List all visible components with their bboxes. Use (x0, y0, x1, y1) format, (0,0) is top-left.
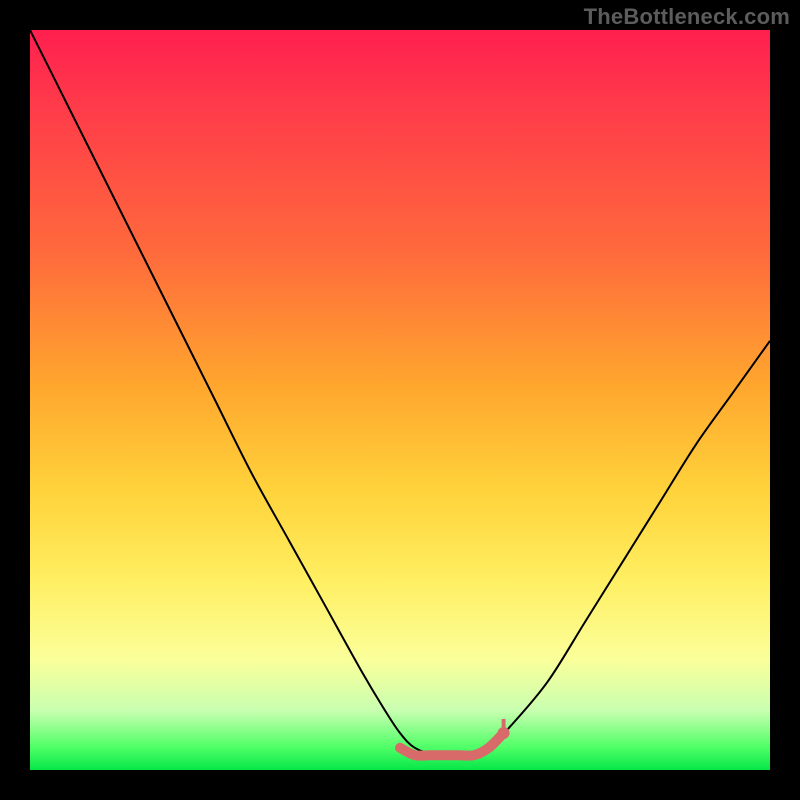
bottleneck-curve (30, 30, 770, 756)
bottleneck-curve-path (30, 30, 770, 756)
end-dot-icon (498, 727, 510, 739)
curve-layer (30, 30, 770, 770)
flat-highlight-path (400, 733, 504, 756)
flat-highlight (400, 719, 510, 756)
plot-area (30, 30, 770, 770)
watermark-text: TheBottleneck.com (584, 4, 790, 30)
chart-frame: TheBottleneck.com (0, 0, 800, 800)
